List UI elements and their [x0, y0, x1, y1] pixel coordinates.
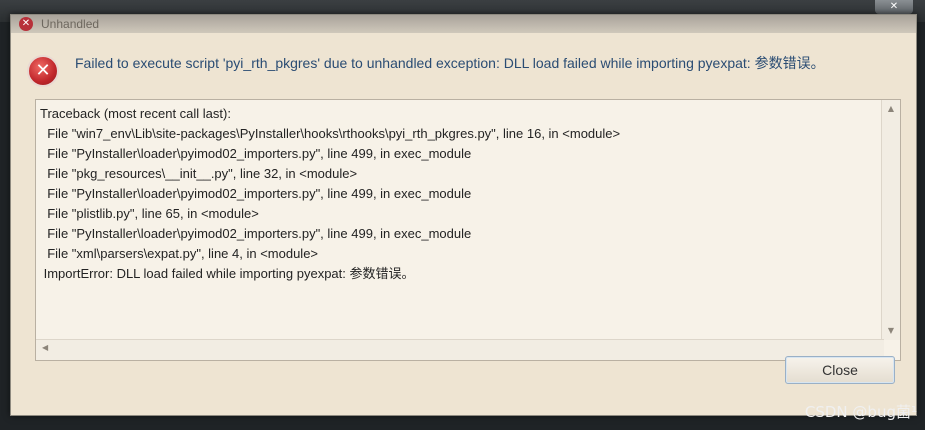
traceback-line: File "PyInstaller\loader\pyimod02_import… [40, 186, 472, 201]
traceback-line: Traceback (most recent call last): [40, 106, 231, 121]
traceback-text: Traceback (most recent call last): File … [38, 100, 876, 340]
scroll-left-icon[interactable]: ◀ [42, 343, 48, 352]
watermark: CSDN @bug菌¹ [804, 403, 917, 421]
traceback-line: File "PyInstaller\loader\pyimod02_import… [40, 226, 472, 241]
traceback-line: File "PyInstaller\loader\pyimod02_import… [40, 146, 472, 161]
traceback-panel[interactable]: Traceback (most recent call last): File … [35, 99, 901, 361]
error-message: Failed to execute script 'pyi_rth_pkgres… [75, 55, 825, 71]
horizontal-scrollbar[interactable]: ◀ [36, 339, 884, 360]
dialog-titlebar: ✕ Unhandled [11, 15, 916, 33]
scroll-down-icon[interactable]: ▼ [882, 324, 900, 338]
error-icon: ✕ [27, 55, 59, 87]
traceback-line: File "win7_env\Lib\site-packages\PyInsta… [40, 126, 621, 141]
traceback-line: File "xml\parsers\expat.py", line 4, in … [40, 246, 319, 261]
dialog-title: Unhandled [41, 17, 100, 31]
error-dialog: ✕ Unhandled ✕ Failed to execute script '… [10, 14, 917, 416]
close-button[interactable]: Close [785, 356, 895, 384]
window-close-button[interactable]: ✕ [875, 0, 913, 14]
traceback-line: File "plistlib.py", line 65, in <module> [40, 206, 259, 221]
vertical-scrollbar[interactable]: ▲ ▼ [881, 100, 900, 340]
traceback-line: ImportError: DLL load failed while impor… [40, 266, 415, 281]
traceback-line: File "pkg_resources\__init__.py", line 3… [40, 166, 358, 181]
scroll-up-icon[interactable]: ▲ [882, 102, 900, 116]
app-icon: ✕ [19, 17, 33, 31]
